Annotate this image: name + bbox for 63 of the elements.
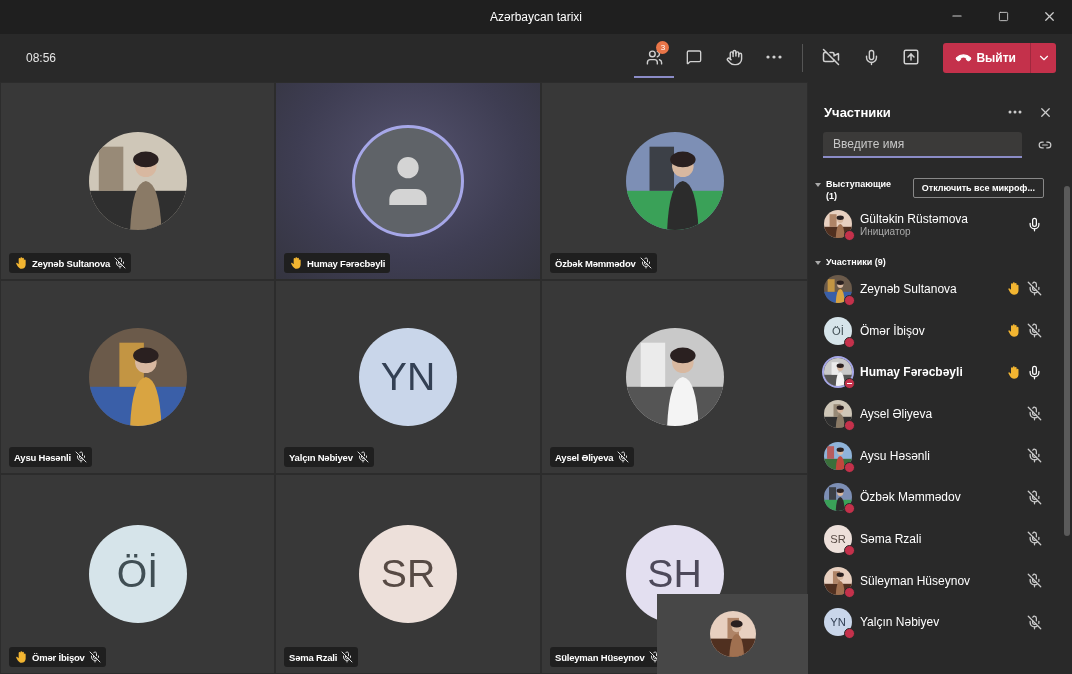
raised-hand-icon — [14, 256, 28, 270]
people-icon — [645, 48, 663, 66]
participant-name: Süleyman Hüseynov — [860, 573, 972, 588]
participant-name: Humay Fərəcbəyli — [860, 365, 964, 380]
link-icon — [1038, 138, 1052, 152]
meeting-timer: 08:56 — [26, 51, 58, 65]
participant-row[interactable]: SR Səma Rzali — [808, 518, 1072, 560]
raised-hand-icon — [14, 650, 28, 664]
raised-hand-icon — [289, 256, 303, 270]
scrollbar[interactable] — [1064, 186, 1070, 536]
participant-name: Aysel Əliyeva — [860, 406, 934, 421]
participant-name: Aysel Əliyeva — [555, 451, 614, 463]
search-field[interactable]: Введите имя — [823, 132, 1022, 158]
participant-name: Süleyman Hüseynov — [555, 651, 645, 663]
chat-icon — [686, 49, 703, 65]
hand-icon — [725, 48, 743, 66]
initials-avatar: YN — [359, 328, 457, 426]
caret-icon[interactable] — [814, 259, 822, 267]
panel-title: Участники — [824, 104, 892, 120]
initials-avatar: SR — [359, 525, 457, 623]
participant-row[interactable]: Zeynəb Sultanova — [808, 268, 1072, 310]
leave-button[interactable]: Выйти — [943, 43, 1030, 73]
mute-all-button[interactable]: Отключить все микроф... — [912, 178, 1044, 198]
raised-hand-icon — [1006, 364, 1021, 380]
participant-name: Zeynəb Sultanova — [32, 257, 111, 269]
initials-avatar: Öİ — [824, 316, 852, 345]
participant-name: Özbək Məmmədov — [860, 490, 962, 505]
initials-avatar: YN — [824, 608, 852, 637]
participant-row[interactable]: Öİ Ömər İbişov — [808, 309, 1072, 352]
section-heading: Участники (9) — [826, 256, 887, 268]
more-icon — [1008, 110, 1022, 114]
participant-name: Yalçın Nəbiyev — [289, 451, 353, 463]
participant-name: Səma Rzali — [860, 531, 923, 546]
caret-icon[interactable] — [814, 181, 822, 189]
participant-name: Humay Fərəcbəyli — [307, 257, 386, 269]
raised-hand-icon — [1006, 323, 1021, 339]
participant-row[interactable]: Humay Fərəcbəyli — [808, 351, 1072, 394]
participant-name: Ömər İbişov — [860, 323, 926, 338]
participant-name: Gültəkin Rüstəmova — [860, 211, 970, 226]
window-title: Azərbaycan tarixi — [489, 10, 582, 24]
participant-name: Ömər İbişov — [32, 651, 85, 663]
notification-badge: 3 — [656, 41, 670, 54]
participant-name: Səma Rzali — [289, 651, 338, 663]
initials-avatar: Öİ — [88, 525, 187, 623]
participant-name: Özbək Məmmədov — [555, 257, 636, 269]
initials-avatar: SR — [824, 524, 852, 553]
participant-row[interactable]: Süleyman Hüseynov — [808, 559, 1072, 602]
camera-off-icon — [822, 48, 841, 66]
participant-row[interactable]: YN Yalçın Nəbiyev — [808, 601, 1072, 644]
participant-name: Aysu Həsənli — [14, 451, 71, 463]
share-icon — [902, 48, 921, 66]
participant-name: Zeynəb Sultanova — [860, 281, 958, 296]
section-heading: Выступающие (1) — [826, 178, 893, 202]
more-icon — [766, 55, 783, 59]
participant-row[interactable]: Aysel Əliyeva — [808, 393, 1072, 435]
participant-name: Aysu Həsənli — [860, 448, 931, 463]
maximize-icon — [997, 10, 1009, 22]
participant-row[interactable]: Özbək Məmmədov — [808, 476, 1072, 519]
participant-name: Yalçın Nəbiyev — [860, 615, 941, 630]
participant-row[interactable]: Gültəkin Rüstəmova Инициатор — [808, 202, 1072, 246]
participant-row[interactable]: Aysu Həsənli — [808, 434, 1072, 477]
participant-role: Инициатор — [860, 225, 912, 237]
raised-hand-icon — [1006, 281, 1021, 297]
